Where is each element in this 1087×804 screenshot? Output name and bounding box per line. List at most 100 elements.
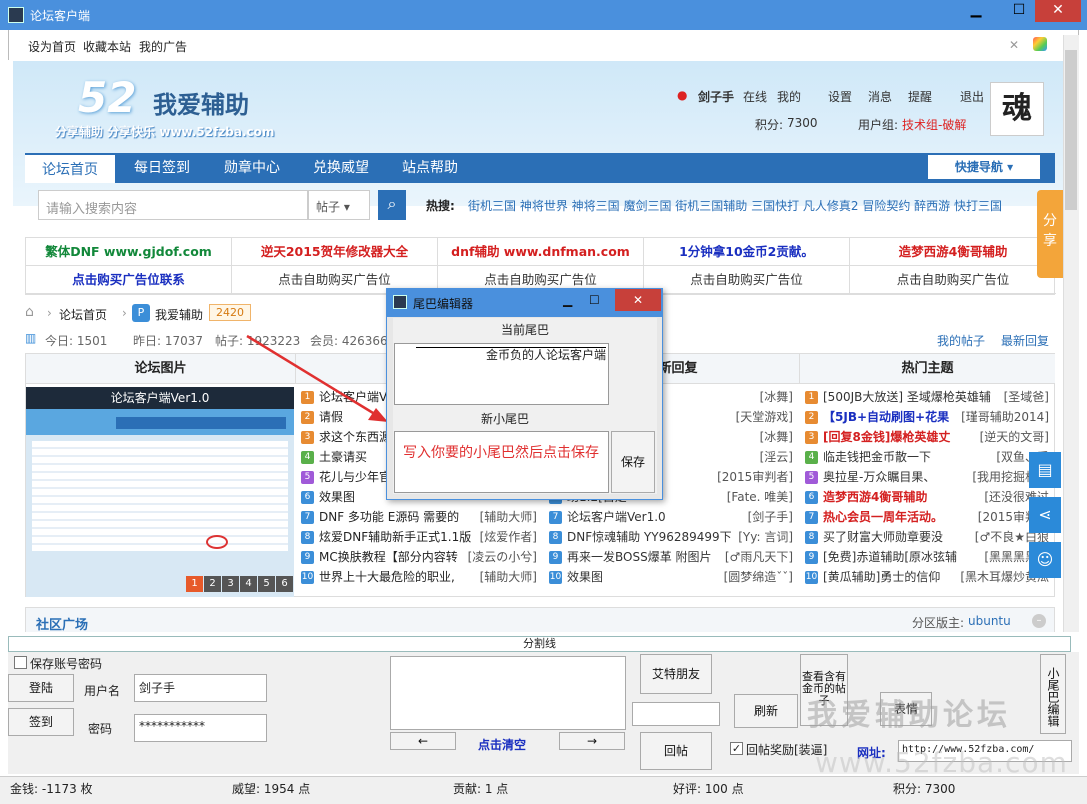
topic-title[interactable]: 请假 — [319, 410, 343, 424]
pic-page[interactable]: 4 — [240, 576, 257, 592]
remind-link[interactable]: 提醒 — [908, 88, 932, 105]
tab-medals[interactable]: 勋章中心 — [209, 153, 295, 183]
topic-author[interactable]: [冰舞] — [757, 427, 793, 447]
tail-editor-button[interactable]: 小尾巴编辑 — [1040, 654, 1066, 734]
topic-title[interactable]: 【5JB+自动刷图+花果 — [823, 410, 949, 424]
topic-author[interactable]: [2015审判者] — [715, 467, 793, 487]
topic-title[interactable]: DNF惊魂辅助 YY96289499下 — [567, 530, 732, 544]
skin-icon[interactable] — [1033, 37, 1047, 51]
tab-help[interactable]: 站点帮助 — [387, 153, 473, 183]
points-value[interactable]: 7300 — [787, 116, 818, 130]
latest-replies-link[interactable]: 最新回复 — [1001, 332, 1049, 349]
online-status[interactable]: 在线 — [743, 88, 767, 105]
list-item[interactable]: 8 炫爱DNF辅助新手正式1.1版 [炫爱作者] — [301, 527, 541, 547]
close-button[interactable]: ✕ — [1035, 0, 1081, 22]
avatar[interactable]: 魂 — [990, 82, 1044, 136]
contact-icon[interactable]: ☺ — [1029, 542, 1061, 578]
my-posts-link[interactable]: 我的帖子 — [937, 332, 985, 349]
dialog-maximize-icon[interactable]: ☐ — [589, 293, 600, 307]
topic-title[interactable]: 买了财富大师勋章要没 — [823, 530, 943, 544]
topic-title[interactable]: 临走钱把金币散一下 — [823, 450, 931, 464]
list-item[interactable]: 4 临走钱把金币散一下 [双鱼、乔 — [805, 447, 1053, 467]
topic-title[interactable]: 热心会员一周年活动。 — [823, 510, 943, 524]
list-item[interactable]: 1 [500JB大放送] 圣域爆枪英雄辅 [圣域爸] — [805, 387, 1053, 407]
settings-link[interactable]: 设置 — [828, 88, 852, 105]
current-tail-box[interactable]: 金币负的人论坛客户端 — [394, 343, 609, 405]
list-item[interactable]: 8 DNF惊魂辅助 YY96289499下 [Yy: 言词] — [549, 527, 797, 547]
list-item[interactable]: 9 再来一发BOSS爆革 附图片 [♂雨凡天下] — [549, 547, 797, 567]
signin-button[interactable]: 签到 — [8, 708, 74, 736]
share-icon[interactable]: ⋖ — [1029, 497, 1061, 533]
my-menu[interactable]: 我的 — [777, 88, 801, 105]
menu-set-homepage[interactable]: 设为首页 — [28, 38, 76, 55]
topic-author[interactable]: [凌云の小兮] — [465, 547, 537, 567]
community-title[interactable]: 社区广场 — [36, 614, 88, 632]
password-field[interactable]: *********** — [134, 714, 267, 742]
logout-link[interactable]: 退出 — [960, 88, 984, 105]
topic-title[interactable]: [黄瓜辅助]勇士的信仰 — [823, 570, 940, 584]
menu-bookmark[interactable]: 收藏本站 — [83, 38, 131, 55]
topic-title[interactable]: 求这个东西源 — [319, 430, 391, 444]
pic-page[interactable]: 1 — [186, 576, 203, 592]
topic-title[interactable]: 效果图 — [567, 570, 603, 584]
topic-author[interactable]: [剑子手] — [745, 507, 793, 527]
ad-buy-cell[interactable]: 点击自助购买广告位 — [850, 266, 1056, 294]
reward-checkbox[interactable]: ✓ — [730, 742, 743, 755]
topic-title[interactable]: 世界上十大最危险的职业, — [319, 570, 455, 584]
login-button[interactable]: 登陆 — [8, 674, 74, 702]
topic-author[interactable]: [Fate. 唯美] — [724, 487, 793, 507]
topic-author[interactable]: [逆天的文哥] — [977, 427, 1049, 447]
clear-link[interactable]: 点击清空 — [478, 736, 526, 753]
topic-author[interactable]: [圣域爸] — [1001, 387, 1049, 407]
search-button[interactable]: ⌕ — [378, 190, 406, 220]
topic-author[interactable]: [炫爱作者] — [477, 527, 537, 547]
topic-author[interactable]: [♂雨凡天下] — [722, 547, 793, 567]
new-tail-input[interactable]: 写入你要的小尾巴然后点击保存 — [394, 431, 609, 493]
list-item[interactable]: 7 DNF 多功能 E源码 需要的 [辅助大师] — [301, 507, 541, 527]
ad-buy-cell[interactable]: 点击自助购买广告位 — [644, 266, 850, 294]
username-link[interactable]: 剑子手 — [698, 88, 734, 105]
topic-title[interactable]: [500JB大放送] 圣域爆枪英雄辅 — [823, 390, 991, 404]
tab-home[interactable]: 论坛首页 — [25, 153, 115, 183]
next-button[interactable]: → — [559, 732, 625, 750]
scrollbar-thumb[interactable] — [1065, 50, 1077, 210]
topic-title[interactable]: MC换肤教程【部分内容转 — [319, 550, 458, 564]
pic-page[interactable]: 5 — [258, 576, 275, 592]
collapse-section-icon[interactable]: – — [1032, 614, 1046, 628]
pic-page[interactable]: 2 — [204, 576, 221, 592]
tab-checkin[interactable]: 每日签到 — [115, 153, 209, 183]
ad-cell[interactable]: 1分钟拿10金币2贡献。 — [644, 238, 850, 266]
ad-cell[interactable]: 造梦西游4衡哥辅助 — [850, 238, 1056, 266]
list-item[interactable]: 5 奥拉星-万众瞩目果、 [我用挖掘机打 — [805, 467, 1053, 487]
topic-author[interactable]: [辅助大师] — [477, 507, 537, 527]
at-friend-input[interactable] — [632, 702, 720, 726]
search-input[interactable]: 请输入搜索内容 — [38, 190, 308, 220]
crumb-home[interactable]: 论坛首页 — [59, 306, 107, 323]
quick-nav-button[interactable]: 快捷导航 ▾ — [928, 155, 1040, 179]
topic-title[interactable]: 论坛客户端V — [319, 390, 387, 404]
topic-author[interactable]: [圆梦绵造ˇˇ] — [721, 567, 793, 587]
topic-title[interactable]: 奥拉星-万众瞩目果、 — [823, 470, 935, 484]
list-item[interactable]: 10 效果图 [圆梦绵造ˇˇ] — [549, 567, 797, 587]
dialog-close-icon[interactable]: ✕ — [615, 289, 661, 311]
list-item[interactable]: 10 世界上十大最危险的职业, [辅助大师] — [301, 567, 541, 587]
minimize-button[interactable]: ▁ — [958, 0, 994, 22]
list-item[interactable]: 10 [黄瓜辅助]勇士的信仰 [黑木耳爆炒黄瓜 — [805, 567, 1053, 587]
list-item[interactable]: 6 造梦西游4衡哥辅助 [还没很难过 — [805, 487, 1053, 507]
tab-exchange[interactable]: 兑换威望 — [295, 153, 387, 183]
dialog-minimize-icon[interactable]: ▁ — [563, 293, 572, 307]
pic-page[interactable]: 3 — [222, 576, 239, 592]
topic-author[interactable]: [天堂游戏] — [733, 407, 793, 427]
forum-picture[interactable]: 论坛客户端Ver1.0 123456 — [26, 387, 294, 597]
crumb-forum[interactable]: 我爱辅助 — [155, 306, 203, 323]
topic-author[interactable]: [淫云] — [757, 447, 793, 467]
ad-cell[interactable]: 繁体DNF www.gjdof.com — [26, 238, 232, 266]
topic-title[interactable]: DNF 多功能 E源码 需要的 — [319, 510, 459, 524]
at-friend-button[interactable]: 艾特朋友 — [640, 654, 712, 694]
moderator-link[interactable]: ubuntu — [968, 614, 1011, 628]
collapse-icon[interactable]: ✕ — [1009, 38, 1019, 52]
messages-link[interactable]: 消息 — [868, 88, 892, 105]
topic-title[interactable]: 论坛客户端Ver1.0 — [567, 510, 666, 524]
menu-my-ads[interactable]: 我的广告 — [139, 38, 187, 55]
topic-title[interactable]: 再来一发BOSS爆革 附图片 — [567, 550, 712, 564]
